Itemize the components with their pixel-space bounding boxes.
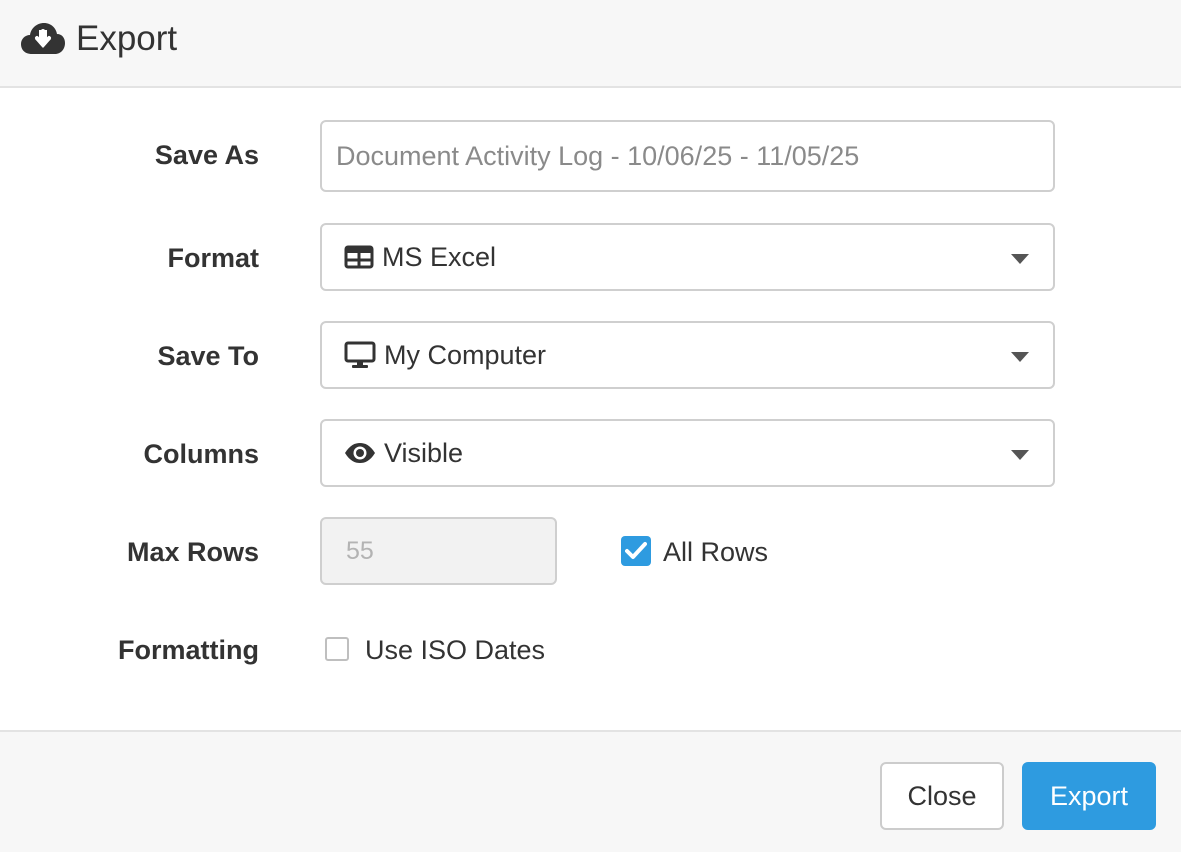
columns-select[interactable]: Visible	[320, 419, 1055, 487]
dialog-header: Export	[0, 0, 1181, 88]
all-rows-checkbox[interactable]	[621, 536, 651, 566]
cloud-download-icon	[21, 23, 65, 54]
format-selected: MS Excel	[382, 241, 497, 272]
save-to-selected: My Computer	[384, 339, 547, 370]
export-button[interactable]: Export	[1022, 762, 1156, 830]
chevron-down-icon	[1011, 254, 1029, 264]
chevron-down-icon	[1011, 352, 1029, 362]
max-rows-label: Max Rows	[126, 537, 259, 567]
save-as-input[interactable]: Document Activity Log - 10/06/25 - 11/05…	[320, 120, 1055, 192]
checkmark-icon	[625, 542, 647, 559]
desktop-icon	[344, 341, 376, 368]
iso-dates-checkbox[interactable]	[325, 637, 349, 661]
max-rows-value: 55	[346, 536, 374, 565]
dialog-title: Export	[76, 19, 178, 58]
eye-icon	[345, 443, 375, 463]
formatting-label: Formatting	[118, 635, 259, 665]
max-rows-input[interactable]: 55	[320, 517, 557, 585]
columns-label: Columns	[143, 439, 259, 469]
iso-dates-label[interactable]: Use ISO Dates	[365, 634, 545, 666]
save-to-label: Save To	[157, 341, 259, 371]
save-to-select[interactable]: My Computer	[320, 321, 1055, 389]
format-label: Format	[167, 243, 259, 273]
save-as-label: Save As	[154, 140, 259, 170]
chevron-down-icon	[1011, 450, 1029, 460]
close-button[interactable]: Close	[880, 762, 1004, 830]
all-rows-label[interactable]: All Rows	[663, 536, 768, 568]
format-select[interactable]: MS Excel	[320, 223, 1055, 291]
save-as-value: Document Activity Log - 10/06/25 - 11/05…	[336, 140, 860, 171]
table-icon	[344, 245, 374, 269]
columns-selected: Visible	[384, 437, 464, 468]
